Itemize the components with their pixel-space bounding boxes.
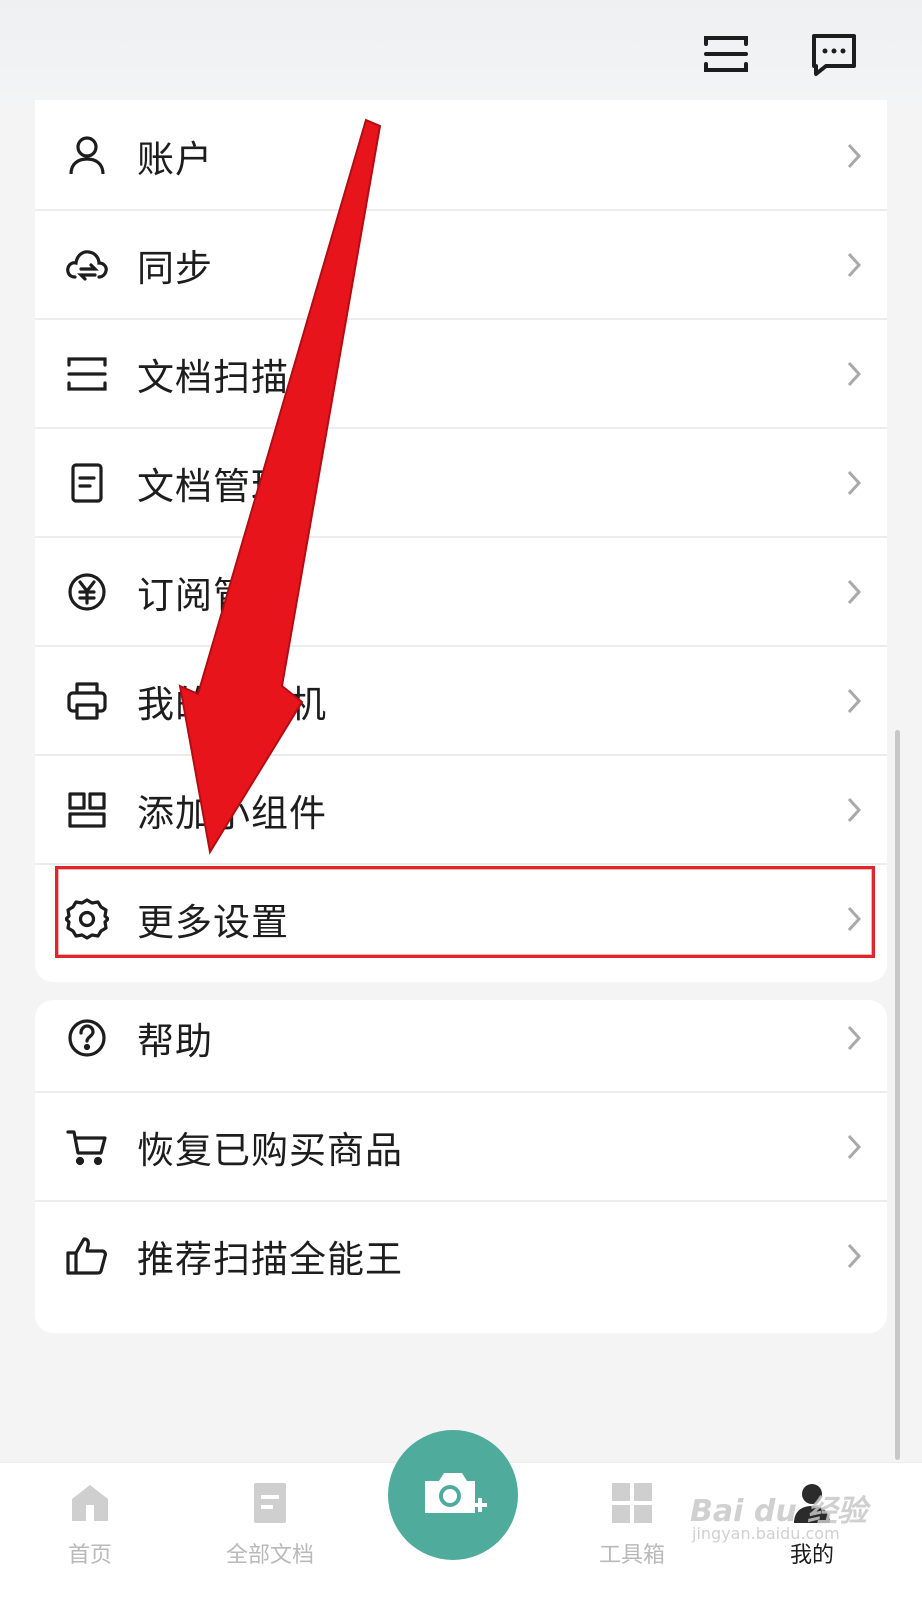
tab-home[interactable]: 首页 (20, 1463, 160, 1600)
message-icon[interactable] (810, 30, 858, 78)
user-icon (65, 134, 109, 178)
scan-icon (65, 352, 109, 396)
chevron-right-icon (841, 793, 867, 827)
tab-label: 全部文档 (225, 1543, 314, 1568)
scrollbar[interactable] (895, 730, 900, 1460)
menu-item-subscription[interactable]: 订阅管理 (35, 536, 887, 647)
chevron-right-icon (841, 466, 867, 500)
camera-plus-icon (425, 1473, 487, 1513)
menu-item-label: 文档管理 (137, 464, 289, 508)
menu-item-label: 更多设置 (137, 900, 289, 944)
menu-item-label: 推荐扫描全能王 (137, 1237, 403, 1281)
chevron-right-icon (841, 575, 867, 609)
home-icon (66, 1479, 114, 1527)
document-icon (65, 461, 109, 505)
help-icon (65, 1016, 109, 1060)
menu-item-help[interactable]: 帮助 (35, 1000, 887, 1093)
chevron-right-icon (841, 248, 867, 282)
camera-capture-button[interactable] (388, 1430, 518, 1560)
cart-icon (65, 1125, 109, 1169)
menu-item-doc-scan[interactable]: 文档扫描 (35, 318, 887, 429)
chevron-right-icon (841, 902, 867, 936)
tab-all-docs[interactable]: 全部文档 (200, 1463, 340, 1600)
watermark-url: jingyan.baidu.com (692, 1524, 840, 1543)
chevron-right-icon (841, 684, 867, 718)
menu-item-more-settings[interactable]: 更多设置 (35, 863, 887, 974)
menu-item-printer[interactable]: 我的打印机 (35, 645, 887, 756)
menu-item-label: 同步 (137, 246, 213, 290)
menu-item-label: 我的打印机 (137, 682, 327, 726)
tab-label: 首页 (67, 1543, 112, 1568)
menu-item-label: 订阅管理 (137, 573, 289, 617)
chevron-right-icon (841, 1239, 867, 1273)
menu-item-label: 文档扫描 (137, 355, 289, 399)
widget-icon (65, 788, 109, 832)
chevron-right-icon (841, 1021, 867, 1055)
printer-icon (65, 679, 109, 723)
menu-item-sync[interactable]: 同步 (35, 209, 887, 320)
menu-item-add-widget[interactable]: 添加小组件 (35, 754, 887, 865)
cloud-sync-icon (65, 243, 109, 287)
chevron-right-icon (841, 1130, 867, 1164)
yen-circle-icon (65, 570, 109, 614)
gear-icon (65, 897, 109, 941)
chevron-right-icon (841, 139, 867, 173)
menu-item-label: 恢复已购买商品 (137, 1128, 403, 1172)
settings-card-primary: 账户 同步 文档扫描 文档管理 订阅管理 我的打印机 添加小组件 更多设置 (35, 100, 887, 982)
chevron-right-icon (841, 357, 867, 391)
scan-icon[interactable] (702, 30, 750, 78)
menu-item-restore-purchases[interactable]: 恢复已购买商品 (35, 1091, 887, 1202)
tab-label: 工具箱 (598, 1543, 665, 1568)
menu-item-account[interactable]: 账户 (35, 100, 887, 211)
menu-item-label: 帮助 (137, 1019, 213, 1063)
thumbs-up-icon (65, 1234, 109, 1278)
tab-toolbox[interactable]: 工具箱 (562, 1463, 702, 1600)
settings-card-secondary: 帮助 恢复已购买商品 推荐扫描全能王 (35, 1000, 887, 1333)
top-bar (0, 0, 922, 104)
menu-item-label: 添加小组件 (137, 791, 327, 835)
menu-item-recommend[interactable]: 推荐扫描全能王 (35, 1200, 887, 1311)
menu-item-doc-management[interactable]: 文档管理 (35, 427, 887, 538)
document-icon (246, 1479, 294, 1527)
menu-item-label: 账户 (137, 137, 213, 181)
grid-icon (608, 1479, 656, 1527)
